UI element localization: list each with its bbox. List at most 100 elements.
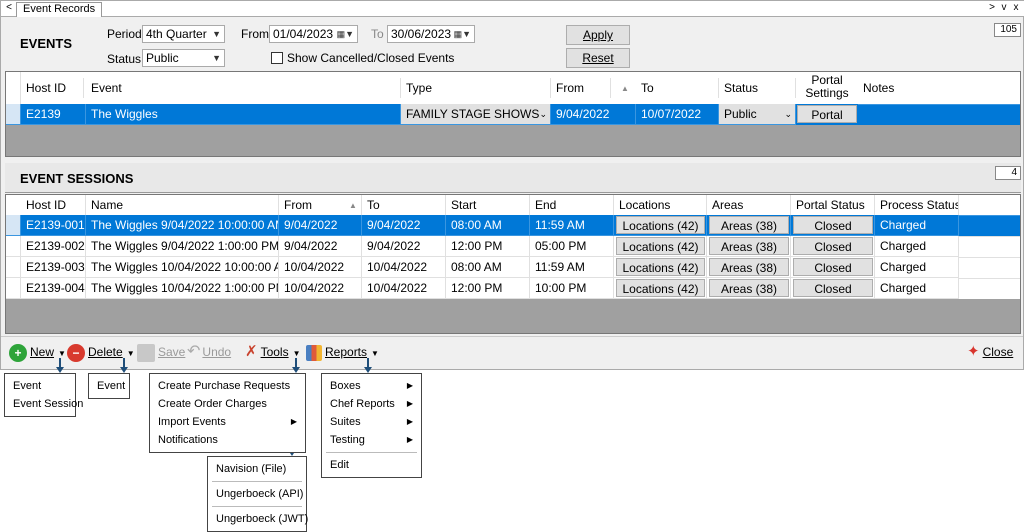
menu-item-create-purchase-requests[interactable]: Create Purchase Requests [150, 377, 305, 395]
portal-button[interactable]: Portal [797, 105, 857, 123]
new-button[interactable]: + New ▼ [9, 341, 66, 363]
row-selector[interactable] [6, 257, 21, 278]
menu-item-chef-reports[interactable]: Chef Reports ▶ [322, 395, 421, 413]
menu-item-edit[interactable]: Edit [322, 456, 421, 474]
apply-button[interactable]: Apply [566, 25, 630, 45]
tab-scroll-left-icon[interactable]: < [3, 1, 15, 15]
reset-button[interactable]: Reset [566, 48, 630, 68]
cell-process-status[interactable]: Charged [875, 236, 959, 257]
portal-status-button[interactable]: Closed [793, 216, 873, 234]
tab-event-records[interactable]: Event Records [16, 2, 103, 17]
cell-from[interactable]: 10/04/2022 [279, 257, 362, 278]
cell-host-id[interactable]: E2139-003 [21, 257, 86, 278]
close-button[interactable]: ✦ Close [967, 341, 1013, 363]
cell-host-id[interactable]: E2139-004 [21, 278, 86, 299]
col-status[interactable]: Status [719, 78, 796, 98]
cell-to[interactable]: 9/04/2022 [362, 215, 446, 236]
cell-from[interactable]: 9/04/2022 [279, 215, 362, 236]
calendar-icon[interactable]: ▦▼ [454, 26, 471, 42]
menu-item-boxes[interactable]: Boxes ▶ [322, 377, 421, 395]
menu-item-ungerboeck-jwt[interactable]: Ungerboeck (JWT) [208, 510, 308, 528]
cell-name[interactable]: The Wiggles 10/04/2022 10:00:00 AM [86, 257, 279, 278]
table-row[interactable]: E2139-003 The Wiggles 10/04/2022 10:00:00… [6, 257, 1020, 278]
col-host-id[interactable]: Host ID [21, 78, 84, 98]
col-to[interactable]: To [636, 78, 719, 98]
status-select[interactable]: Public ▼ [142, 49, 225, 67]
cell-process-status[interactable]: Charged [875, 278, 959, 299]
status-cell-select[interactable]: Public ⌄ [719, 104, 796, 125]
col-session-end[interactable]: End [530, 195, 614, 215]
col-type[interactable]: Type [401, 78, 551, 98]
tools-button[interactable]: ✗ Tools ▼ [245, 341, 301, 363]
menu-item-navision-file[interactable]: Navision (File) [208, 460, 306, 478]
col-session-name[interactable]: Name [86, 195, 279, 215]
menu-item-new-event[interactable]: Event [5, 377, 75, 395]
cell-start[interactable]: 12:00 PM [446, 278, 530, 299]
cell-start[interactable]: 08:00 AM [446, 257, 530, 278]
cell-process-status[interactable]: Charged [875, 257, 959, 278]
undo-button[interactable]: ↶ Undo [187, 341, 231, 363]
row-selector[interactable] [6, 278, 21, 299]
cell-to[interactable]: 10/04/2022 [362, 278, 446, 299]
menu-item-delete-event[interactable]: Event [89, 377, 129, 395]
col-areas[interactable]: Areas [707, 195, 791, 215]
locations-button[interactable]: Locations (42) [616, 237, 705, 255]
cell-from[interactable]: 10/04/2022 [279, 278, 362, 299]
show-cancelled-checkbox[interactable] [271, 52, 283, 64]
menu-item-new-event-session[interactable]: Event Session [5, 395, 83, 413]
areas-button[interactable]: Areas (38) [709, 258, 789, 276]
cell-name[interactable]: The Wiggles 9/04/2022 1:00:00 PM [86, 236, 279, 257]
to-date-picker[interactable]: 30/06/2023 ▦▼ [387, 25, 475, 43]
period-select[interactable]: 4th Quarter ▼ [142, 25, 225, 43]
col-notes[interactable]: Notes [858, 78, 1018, 98]
table-row[interactable]: E2139-004 The Wiggles 10/04/2022 1:00:00 … [6, 278, 1020, 299]
cell-from[interactable]: 9/04/2022 [551, 104, 636, 125]
close-icon[interactable]: x [1010, 1, 1022, 15]
col-event[interactable]: Event [86, 78, 401, 98]
col-portal-settings[interactable]: Portal Settings [796, 74, 858, 100]
col-session-to[interactable]: To [362, 195, 446, 215]
cell-notes[interactable] [858, 104, 1020, 105]
menu-item-create-order-charges[interactable]: Create Order Charges [150, 395, 305, 413]
cell-from[interactable]: 9/04/2022 [279, 236, 362, 257]
cell-end[interactable]: 10:00 PM [530, 278, 614, 299]
tab-scroll-right-icon[interactable]: > [986, 1, 998, 15]
cell-start[interactable]: 08:00 AM [446, 215, 530, 236]
cell-host-id[interactable]: E2139-002 [21, 236, 86, 257]
col-process-status[interactable]: Process Status [875, 195, 959, 215]
calendar-icon[interactable]: ▦▼ [337, 26, 354, 42]
row-selector[interactable] [6, 104, 21, 125]
portal-status-button[interactable]: Closed [793, 237, 873, 255]
menu-item-suites[interactable]: Suites ▶ [322, 413, 421, 431]
row-selector[interactable] [6, 215, 21, 236]
col-portal-status[interactable]: Portal Status [791, 195, 875, 215]
cell-to[interactable]: 9/04/2022 [362, 236, 446, 257]
cell-to[interactable]: 10/04/2022 [362, 257, 446, 278]
cell-to[interactable]: 10/07/2022 [636, 104, 719, 125]
cell-end[interactable]: 11:59 AM [530, 215, 614, 236]
cell-name[interactable]: The Wiggles 9/04/2022 10:00:00 AM [86, 215, 279, 236]
menu-item-ungerboeck-api[interactable]: Ungerboeck (API) [208, 485, 306, 503]
areas-button[interactable]: Areas (38) [709, 216, 789, 234]
areas-button[interactable]: Areas (38) [709, 237, 789, 255]
menu-item-notifications[interactable]: Notifications [150, 431, 305, 449]
portal-status-button[interactable]: Closed [793, 258, 873, 276]
locations-button[interactable]: Locations (42) [616, 258, 705, 276]
table-row[interactable]: E2139-001 The Wiggles 9/04/2022 10:00:00 … [6, 215, 1020, 236]
type-select[interactable]: FAMILY STAGE SHOWS ⌄ [401, 104, 551, 125]
chevron-down-icon[interactable]: v [998, 1, 1010, 15]
areas-button[interactable]: Areas (38) [709, 279, 789, 297]
cell-end[interactable]: 11:59 AM [530, 257, 614, 278]
cell-host-id[interactable]: E2139 [21, 104, 86, 125]
portal-status-button[interactable]: Closed [793, 279, 873, 297]
locations-button[interactable]: Locations (42) [616, 216, 705, 234]
col-locations[interactable]: Locations [614, 195, 707, 215]
col-from[interactable]: From [551, 78, 611, 98]
cell-end[interactable]: 05:00 PM [530, 236, 614, 257]
cell-process-status[interactable]: Charged [875, 215, 959, 236]
menu-item-import-events[interactable]: Import Events ▶ [150, 413, 305, 431]
cell-start[interactable]: 12:00 PM [446, 236, 530, 257]
cell-host-id[interactable]: E2139-001 [21, 215, 86, 236]
row-selector[interactable] [6, 236, 21, 257]
cell-name[interactable]: The Wiggles 10/04/2022 1:00:00 PM [86, 278, 279, 299]
